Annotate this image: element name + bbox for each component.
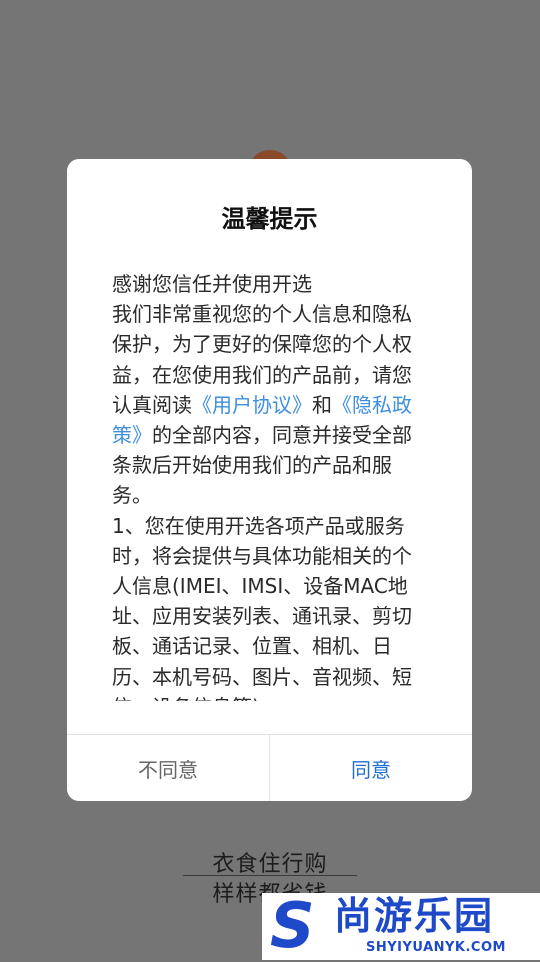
slogan-line-1: 衣食住行购 <box>212 852 328 877</box>
watermark-logo-icon: S <box>270 889 315 962</box>
user-agreement-link[interactable]: 《用户协议》 <box>192 393 312 417</box>
watermark-name: 尚游乐园 <box>334 894 495 938</box>
disagree-button[interactable]: 不同意 <box>67 735 270 801</box>
paragraph-text-after: 的全部内容，同意并接受全部条款后开始使用我们的产品和服务。 <box>112 423 412 508</box>
privacy-dialog: 温馨提示 感谢您信任并使用开选 我们非常重视您的个人信息和隐私保护，为了更好的保… <box>67 159 472 801</box>
agree-button[interactable]: 同意 <box>270 735 472 801</box>
privacy-paragraph: 我们非常重视您的个人信息和隐私保护，为了更好的保障您的个人权益，在您使用我们的产… <box>112 299 430 510</box>
dialog-footer: 不同意 同意 <box>67 734 472 801</box>
dialog-title: 温馨提示 <box>221 205 318 233</box>
dialog-content[interactable]: 感谢您信任并使用开选 我们非常重视您的个人信息和隐私保护，为了更好的保障您的个人… <box>112 269 430 701</box>
watermark-url: SHYIYUANYK.COM <box>366 940 506 955</box>
watermark: S 尚游乐园 SHYIYUANYK.COM <box>262 893 540 960</box>
and-text: 和 <box>312 392 332 417</box>
intro-line: 感谢您信任并使用开选 <box>112 272 312 296</box>
clause-1: 1、您在使用开选各项产品或服务时，将会提供与具体功能相关的个人信息(IMEI、I… <box>112 513 412 701</box>
